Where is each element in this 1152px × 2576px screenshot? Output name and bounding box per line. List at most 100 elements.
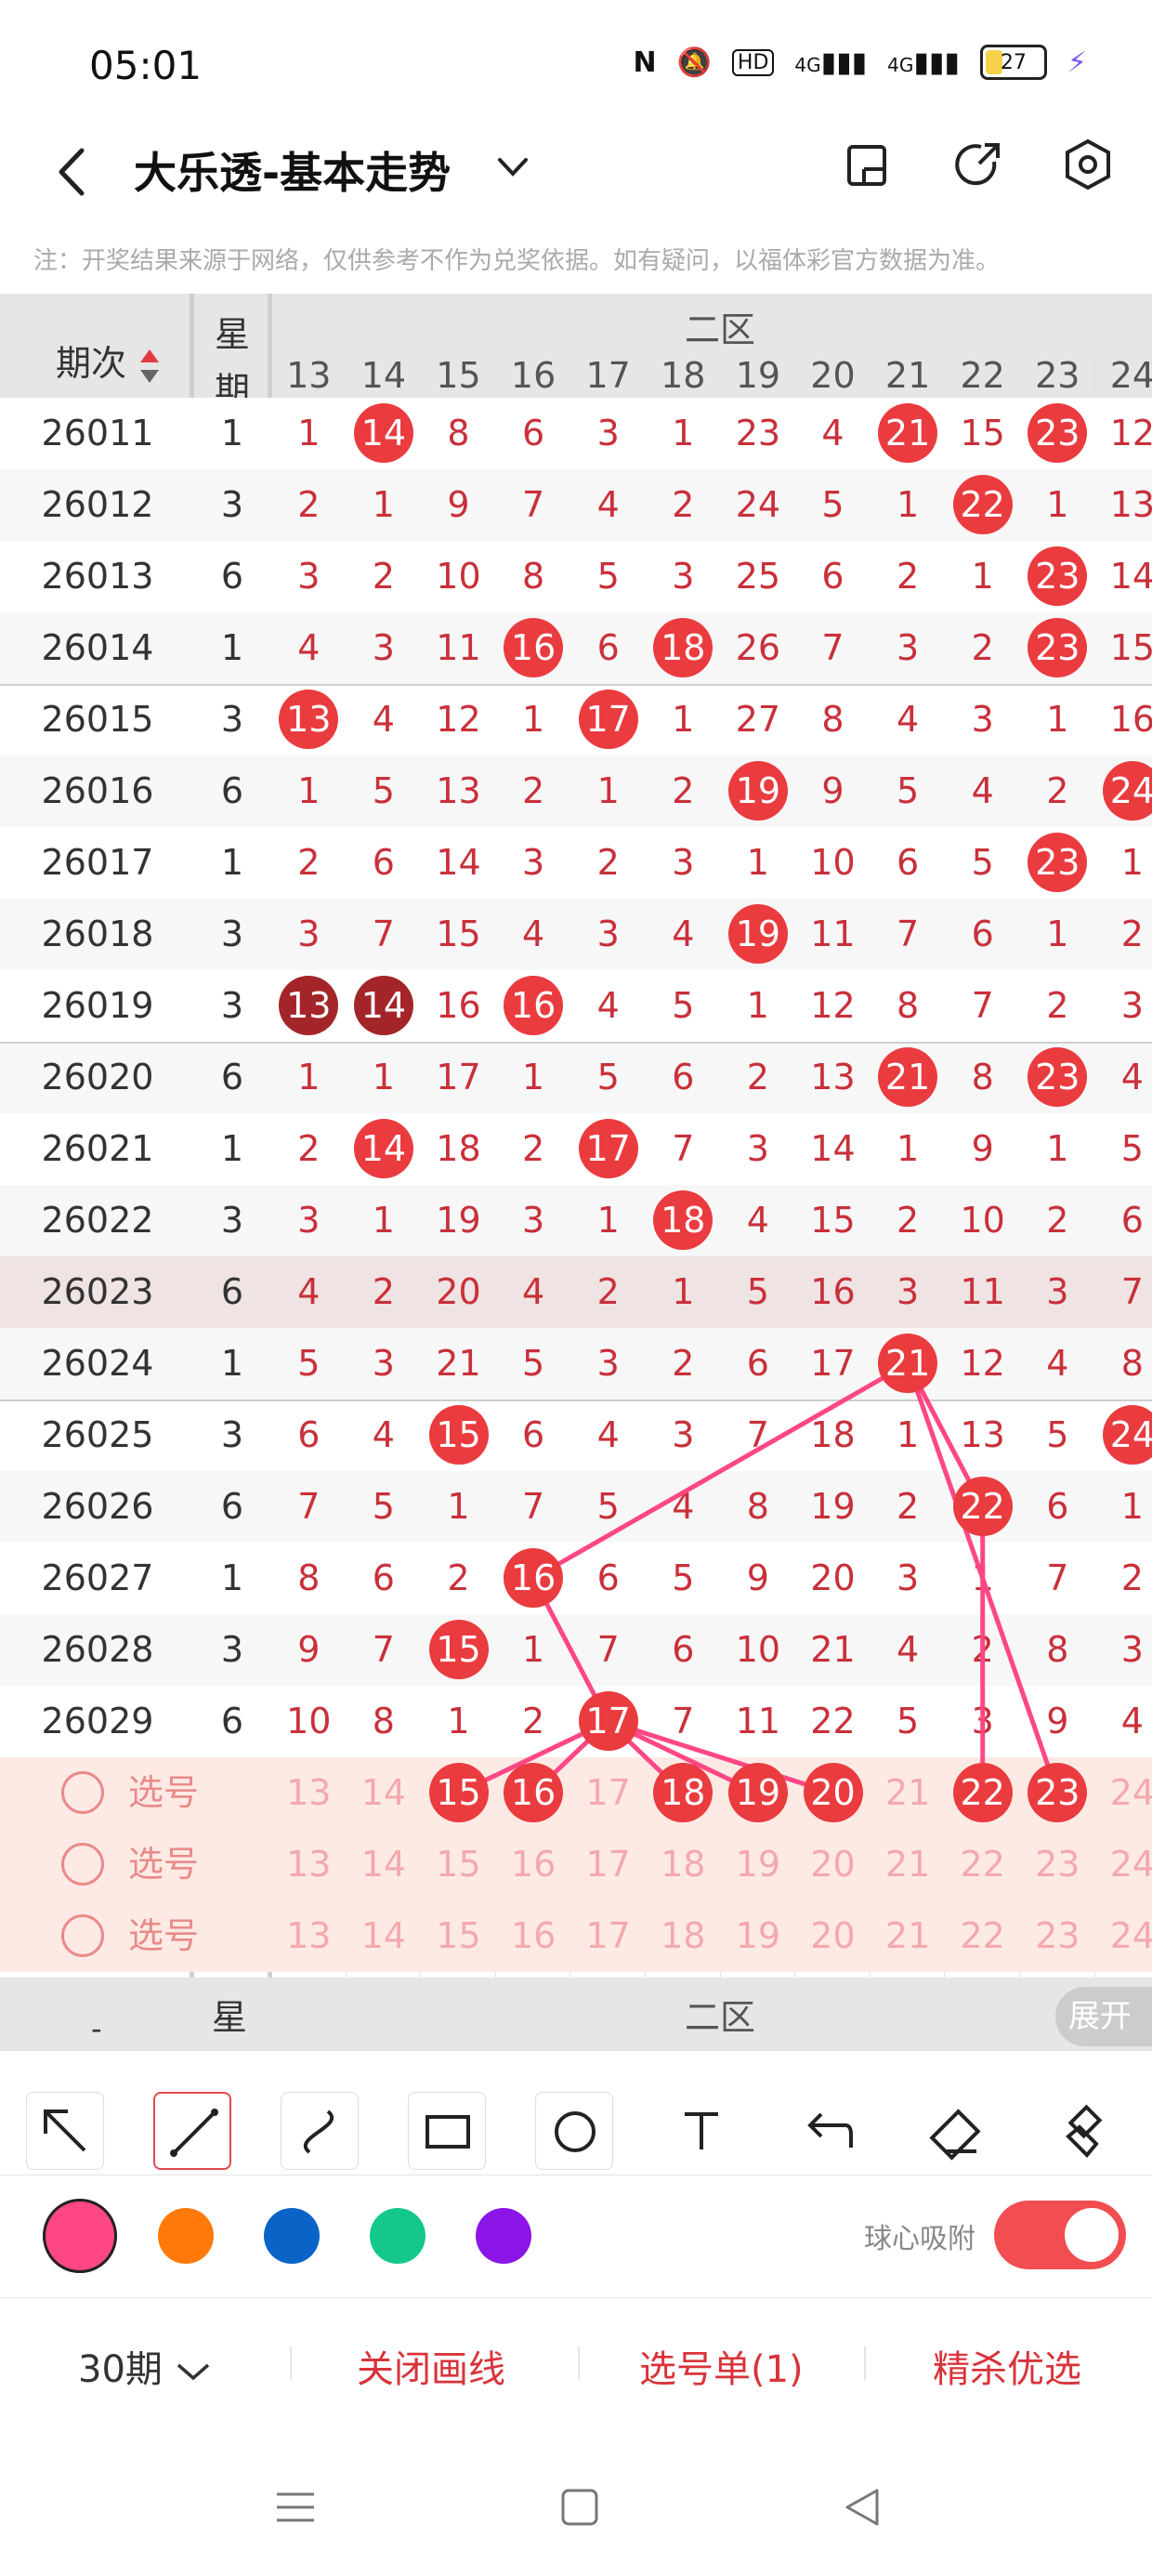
pick-number[interactable]: 20 [795, 1900, 871, 1972]
arrow-tool[interactable] [26, 2092, 104, 2170]
omission-value: 3 [672, 842, 695, 883]
pick-number[interactable]: 16 [496, 1829, 571, 1900]
pick-number[interactable]: 19 [721, 1900, 796, 1972]
omission-value: 3 [522, 842, 545, 883]
omission-value: 5 [522, 1343, 545, 1384]
undo-tool[interactable] [790, 2092, 868, 2170]
pick-number[interactable]: 13 [271, 1757, 347, 1829]
selected-ball[interactable]: 20 [803, 1763, 863, 1822]
pick-number[interactable]: 21 [871, 1900, 946, 1972]
omission-value: 2 [897, 1486, 920, 1527]
clear-tool[interactable] [1044, 2092, 1122, 2170]
pick-number[interactable]: 24 [1095, 1900, 1152, 1972]
premium-button[interactable]: 精杀优选 [933, 2339, 1081, 2393]
omission-value: 4 [522, 1271, 545, 1312]
omission-value: 19 [436, 1200, 481, 1241]
circle-tool[interactable] [535, 2092, 613, 2170]
omission-value: 11 [810, 913, 856, 954]
period-select[interactable]: 30期 [78, 2339, 212, 2393]
snap-toggle[interactable] [994, 2201, 1126, 2269]
selected-ball[interactable]: 16 [504, 1763, 564, 1822]
text-tool[interactable] [662, 2092, 740, 2170]
pick-radio[interactable] [61, 1771, 104, 1814]
back-icon[interactable] [48, 139, 95, 204]
omission-value: 11 [735, 1701, 781, 1741]
pick-label[interactable]: 选号 [128, 1900, 199, 1972]
pick-number[interactable]: 23 [1020, 1829, 1095, 1900]
back-nav-icon[interactable] [842, 2487, 883, 2528]
omission-value: 3 [522, 1200, 545, 1241]
pick-number[interactable]: 13 [271, 1829, 347, 1900]
pick-number[interactable]: 14 [347, 1829, 422, 1900]
pick-number[interactable]: 24 [1095, 1829, 1152, 1900]
rectangle-tool[interactable] [408, 2092, 486, 2170]
color-swatch[interactable] [264, 2208, 320, 2264]
omission-value: 2 [746, 1057, 769, 1097]
pick-number[interactable]: 15 [421, 1829, 496, 1900]
pick-number[interactable]: 13 [271, 1900, 347, 1972]
color-swatch[interactable] [158, 2208, 214, 2264]
pick-number[interactable]: 24 [1095, 1757, 1152, 1829]
pick-number[interactable]: 17 [570, 1829, 646, 1900]
pick-number[interactable]: 22 [945, 1900, 1020, 1972]
color-swatch[interactable] [43, 2199, 117, 2273]
selected-ball[interactable]: 18 [653, 1763, 713, 1822]
omission-value: 1 [1046, 913, 1069, 954]
color-swatch[interactable] [370, 2208, 425, 2264]
pick-radio[interactable] [61, 1914, 104, 1957]
color-swatch[interactable] [476, 2208, 531, 2264]
pick-number[interactable]: 16 [496, 1900, 571, 1972]
omission-value: 5 [596, 1486, 620, 1527]
issue-number: 26013 [41, 556, 154, 597]
weekday: 6 [220, 1271, 244, 1312]
pick-number[interactable]: 21 [871, 1757, 946, 1829]
home-icon[interactable] [559, 2487, 600, 2528]
pick-radio[interactable] [61, 1843, 104, 1886]
curve-tool[interactable] [281, 2092, 359, 2170]
menu-icon[interactable] [275, 2487, 316, 2528]
pick-number[interactable]: 17 [570, 1757, 646, 1829]
omission-value: 2 [297, 842, 321, 883]
layout-icon[interactable] [836, 134, 897, 195]
weekday: 3 [220, 985, 244, 1026]
pick-number[interactable]: 18 [646, 1900, 721, 1972]
pick-number[interactable]: 17 [570, 1900, 646, 1972]
chevron-down-icon[interactable] [494, 149, 531, 186]
selected-ball[interactable]: 23 [1028, 1763, 1088, 1822]
omission-value: 25 [735, 556, 781, 597]
issue-header[interactable]: 期次 [56, 335, 162, 387]
settings-icon[interactable] [1057, 134, 1119, 195]
pick-number[interactable]: 14 [347, 1757, 422, 1829]
pick-number[interactable]: 21 [871, 1829, 946, 1900]
omission-value: 2 [372, 556, 395, 597]
pick-number[interactable]: 19 [721, 1829, 796, 1900]
expand-button[interactable]: 展开 [1055, 1987, 1152, 2046]
share-icon[interactable] [948, 134, 1009, 195]
line-tool[interactable] [153, 2092, 231, 2170]
selected-ball[interactable]: 15 [428, 1763, 489, 1822]
pick-list-button[interactable]: 选号单(1) [639, 2339, 804, 2393]
table-footer: - 星 二区 展开 [0, 1978, 1152, 2050]
pick-label[interactable]: 选号 [128, 1757, 199, 1829]
number-ball: 22 [952, 1477, 1013, 1536]
omission-value: 6 [372, 842, 395, 883]
omission-value: 1 [522, 1629, 545, 1670]
trend-table[interactable]: 期次 星期 二区 13 14 15 16 17 18 19 20 21 22 23 24 26011 1… [0, 294, 1152, 2050]
sort-icon[interactable] [137, 346, 162, 387]
number-ball: 18 [653, 618, 713, 677]
pick-number[interactable]: 22 [945, 1829, 1020, 1900]
pick-number[interactable]: 20 [795, 1829, 871, 1900]
selected-ball[interactable]: 22 [952, 1763, 1013, 1822]
selected-ball[interactable]: 19 [727, 1763, 788, 1822]
eraser-tool[interactable] [917, 2092, 995, 2170]
pick-number[interactable]: 23 [1020, 1900, 1095, 1972]
omission-value: 2 [447, 1557, 470, 1598]
issue-number: 26023 [41, 1271, 154, 1312]
pick-label[interactable]: 选号 [128, 1829, 199, 1900]
close-lines-button[interactable]: 关闭画线 [357, 2339, 505, 2393]
pick-number[interactable]: 18 [646, 1829, 721, 1900]
pick-number[interactable]: 14 [347, 1900, 422, 1972]
page-title[interactable]: 大乐透-基本走势 [134, 139, 451, 201]
pick-number[interactable]: 15 [421, 1900, 496, 1972]
omission-value: 5 [672, 1557, 695, 1598]
